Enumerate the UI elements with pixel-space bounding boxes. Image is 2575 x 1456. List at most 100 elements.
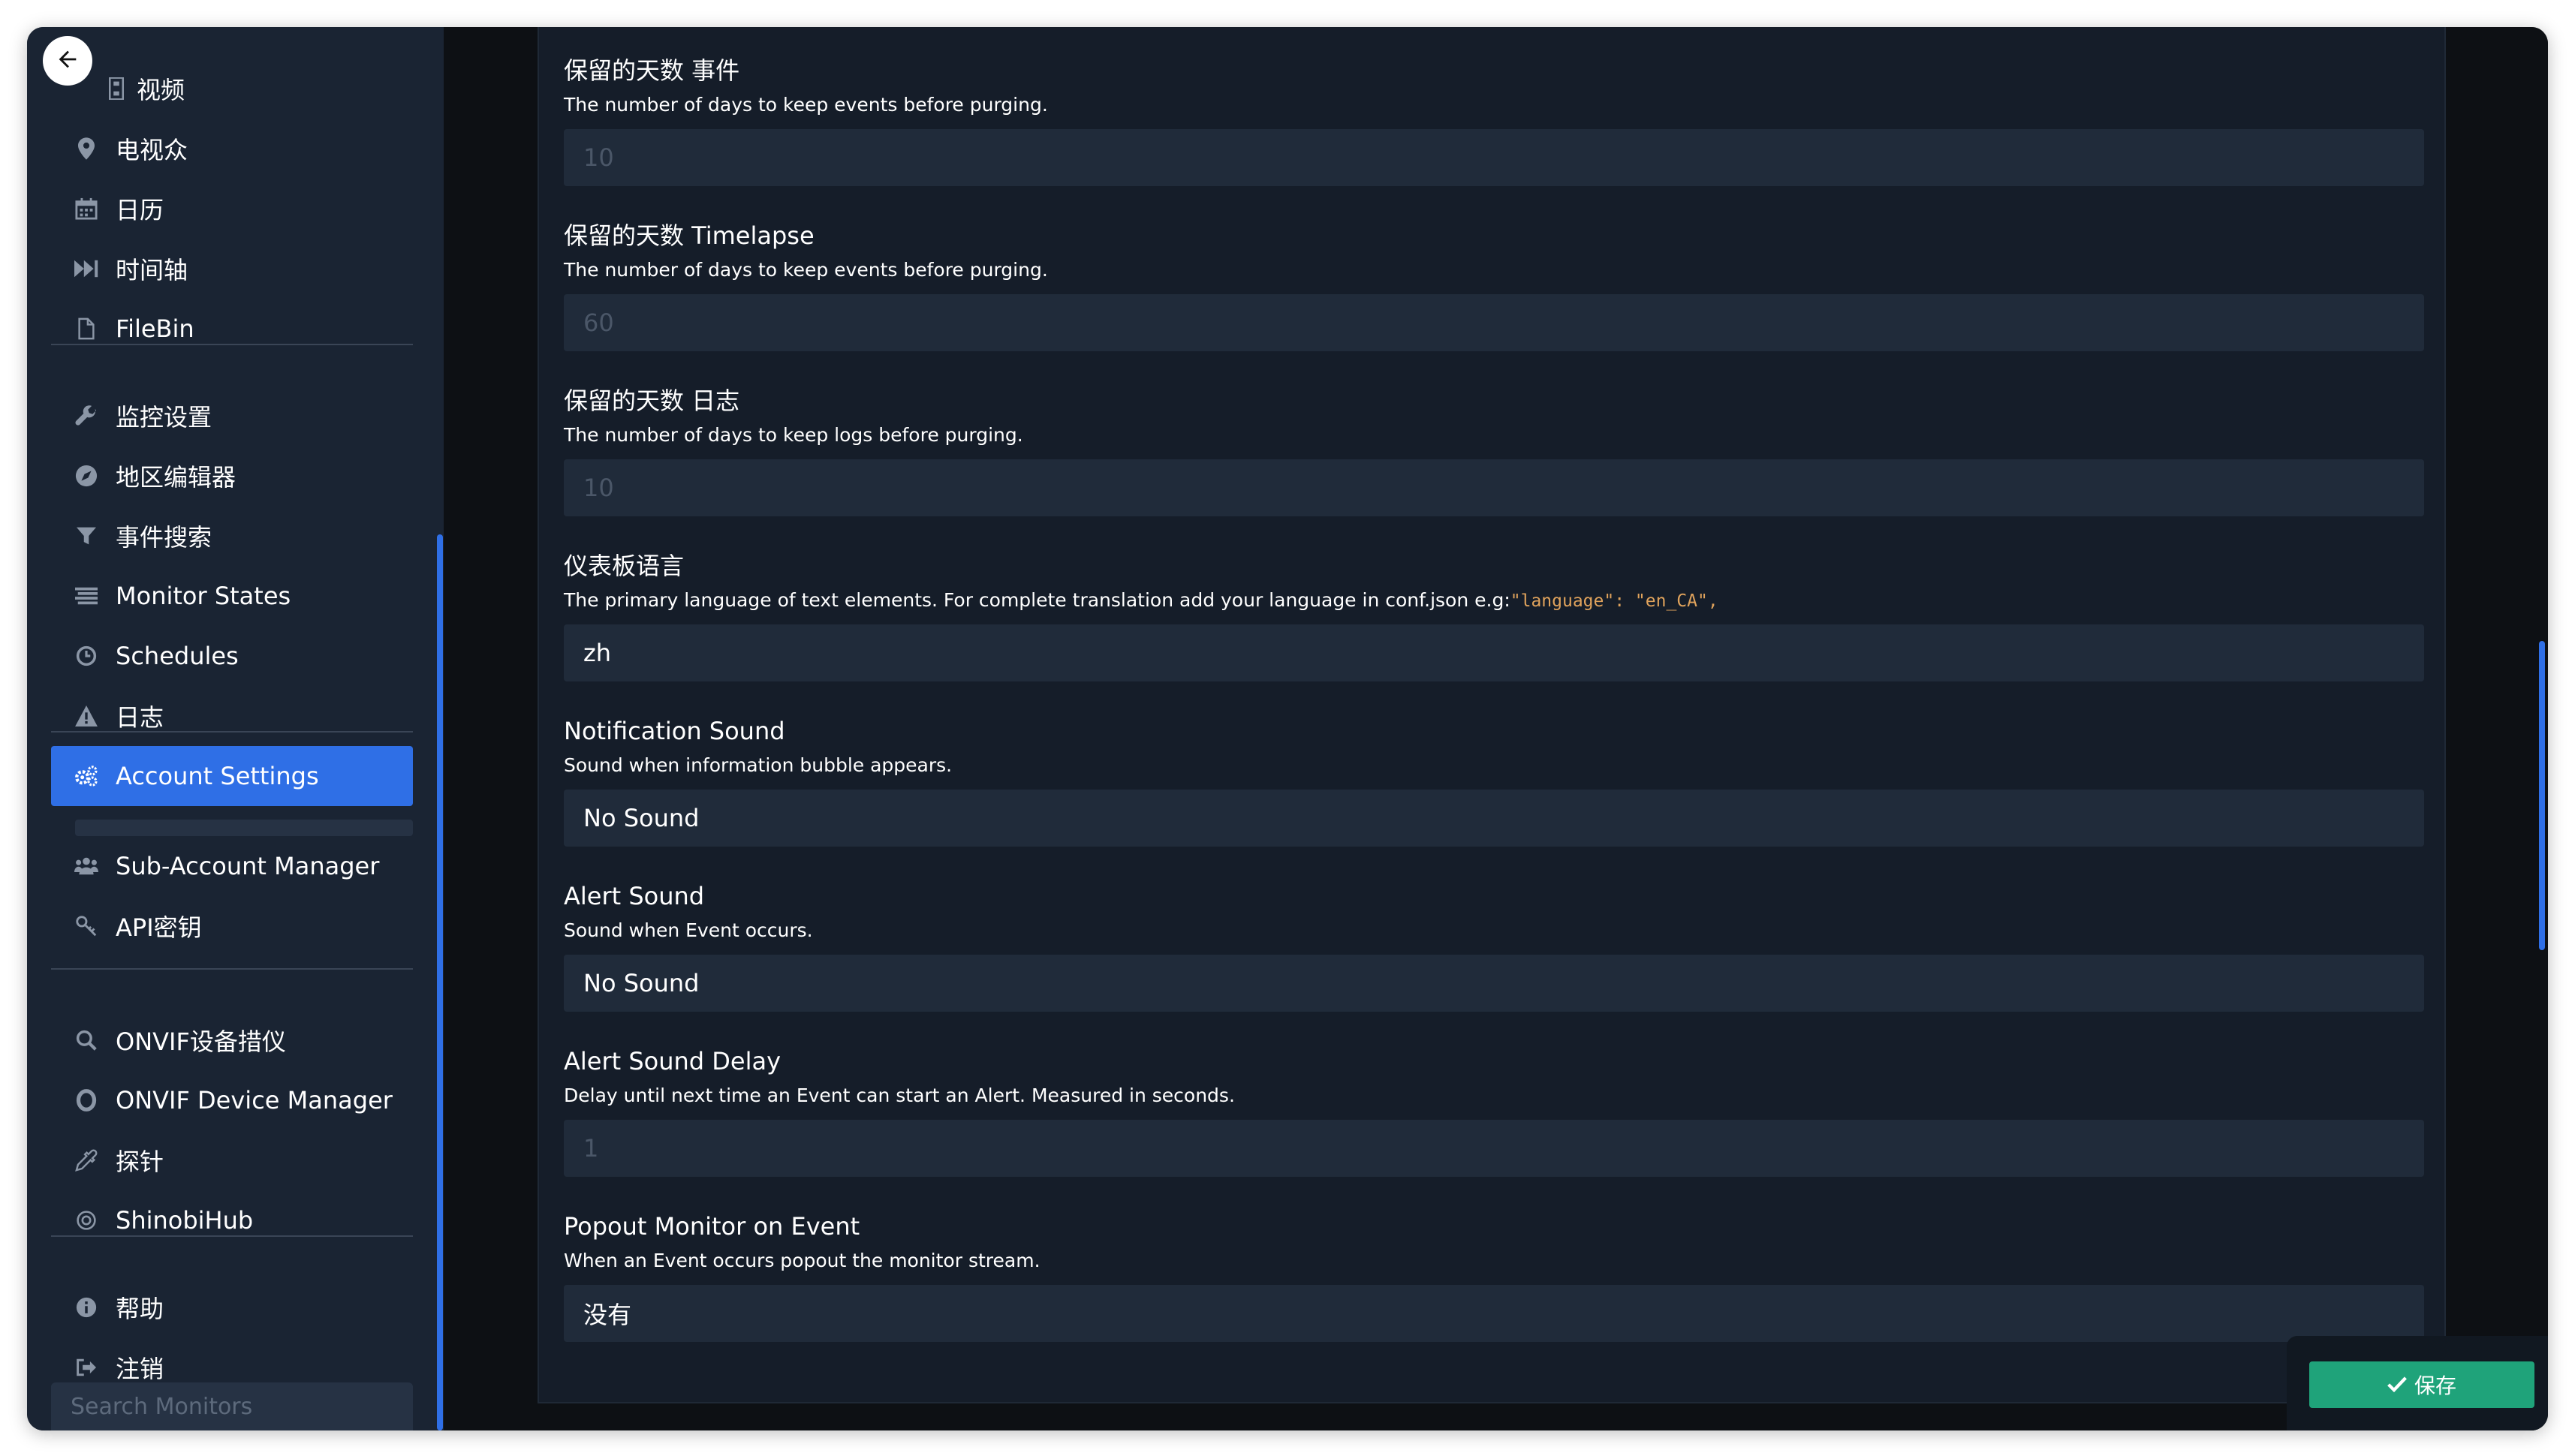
hub-icon	[74, 1208, 99, 1233]
field-description: When an Event occurs popout the monitor …	[564, 1250, 1041, 1271]
sidebar-item-label: 时间轴	[116, 256, 188, 284]
sidebar-item-label: 事件搜索	[116, 523, 212, 552]
days-events-input[interactable]: 10	[564, 129, 2424, 186]
sidebar-item-onvif-device-manager[interactable]: ONVIF Device Manager	[51, 1073, 413, 1127]
days-logs-input[interactable]: 10	[564, 459, 2424, 516]
sidebar-item-account-settings[interactable]: Account Settings	[51, 746, 413, 806]
fast-forward-icon	[74, 256, 99, 281]
submenu-bar	[75, 820, 413, 836]
sidebar-item-api-keys[interactable]: API密钥	[51, 899, 413, 953]
users-icon	[74, 853, 99, 879]
field-days-timelapse: 保留的天数 Timelapse The number of days to ke…	[564, 219, 2424, 351]
sidebar-item-shinobihub[interactable]: ShinobiHub	[51, 1193, 413, 1247]
field-notification-sound: Notification Sound Sound when informatio…	[564, 714, 2424, 847]
sidebar-item-label: 视频	[137, 76, 185, 104]
sidebar-item-label: 日志	[116, 703, 164, 732]
cogs-icon	[74, 763, 99, 789]
sidebar-item-event-search[interactable]: 事件搜索	[51, 509, 413, 563]
field-label: 保留的天数 Timelapse	[564, 221, 815, 250]
days-timelapse-input[interactable]: 60	[564, 294, 2424, 351]
field-description: Sound when Event occurs.	[564, 919, 813, 941]
filter-icon	[74, 523, 99, 549]
check-icon	[2387, 1373, 2414, 1397]
field-description: The primary language of text elements. F…	[564, 587, 2424, 614]
field-alert-sound: Alert Sound Sound when Event occurs. No …	[564, 880, 2424, 1012]
field-label: 保留的天数 日志	[564, 387, 740, 415]
sign-out-icon	[74, 1355, 99, 1380]
sidebar-item-sub-account-manager[interactable]: Sub-Account Manager	[51, 839, 413, 893]
sidebar-item-timeline[interactable]: 时间轴	[51, 242, 413, 296]
sidebar-item-label: API密钥	[116, 913, 202, 942]
info-icon	[74, 1295, 99, 1320]
key-icon	[74, 913, 99, 939]
code-example: "language": "en_CA",	[1510, 591, 1718, 611]
field-popout-monitor: Popout Monitor on Event When an Event oc…	[564, 1210, 2424, 1342]
circle-o-icon	[74, 1087, 99, 1113]
divider	[51, 1235, 413, 1237]
description-text: The primary language of text elements. F…	[564, 589, 1510, 611]
field-days-events: 保留的天数 事件 The number of days to keep even…	[564, 54, 2424, 186]
notification-sound-select[interactable]: No Sound	[564, 790, 2424, 847]
sidebar-item-monitor-settings[interactable]: 监控设置	[51, 389, 413, 443]
field-description: The number of days to keep logs before p…	[564, 424, 1023, 446]
sidebar-item-label: ONVIF设备措仪	[116, 1027, 286, 1056]
field-description: Delay until next time an Event can start…	[564, 1084, 1235, 1106]
sidebar-item-filebin[interactable]: FileBin	[51, 302, 413, 356]
sidebar-item-label: 地区编辑器	[116, 463, 236, 492]
search-monitors-input[interactable]: Search Monitors	[51, 1382, 413, 1430]
field-label: 仪表板语言	[564, 552, 685, 580]
dashboard-language-select[interactable]: zh	[564, 624, 2424, 681]
sidebar-item-label: 帮助	[116, 1295, 164, 1323]
sidebar-item-help[interactable]: 帮助	[51, 1280, 413, 1334]
sidebar-scrollbar[interactable]	[437, 534, 443, 1430]
wrench-icon	[74, 403, 99, 429]
sidebar: 视频 电视众 日历 时间轴 FileBin 监控设置 地区编辑器 事件搜索 Mo…	[27, 27, 444, 1430]
map-marker-icon	[74, 136, 99, 161]
sidebar-item-label: Sub-Account Manager	[116, 852, 380, 880]
field-description: Sound when information bubble appears.	[564, 754, 953, 776]
sidebar-item-label: FileBin	[116, 314, 194, 343]
sidebar-item-label: 探针	[116, 1148, 164, 1176]
field-description: The number of days to keep events before…	[564, 94, 1048, 116]
field-days-logs: 保留的天数 日志 The number of days to keep logs…	[564, 384, 2424, 516]
sidebar-item-label: ShinobiHub	[116, 1206, 254, 1235]
save-button[interactable]: 保存	[2309, 1361, 2534, 1408]
sidebar-item-label: 注销	[116, 1355, 164, 1383]
field-dashboard-language: 仪表板语言 The primary language of text eleme…	[564, 549, 2424, 681]
sidebar-item-logs[interactable]: 日志	[51, 689, 413, 743]
sidebar-item-video[interactable]: 视频	[51, 62, 413, 116]
eyedropper-icon	[74, 1148, 99, 1173]
divider	[51, 968, 413, 970]
field-label: Notification Sound	[564, 717, 785, 745]
save-label: 保存	[2414, 1373, 2456, 1398]
warning-icon	[74, 703, 99, 729]
sidebar-item-audience[interactable]: 电视众	[51, 122, 413, 176]
divider	[51, 731, 413, 733]
search-icon	[74, 1027, 99, 1053]
calendar-icon	[74, 196, 99, 221]
sidebar-item-label: Schedules	[116, 642, 239, 670]
list-icon	[74, 583, 99, 609]
popout-monitor-select[interactable]: 没有	[564, 1285, 2424, 1342]
save-bar: 保存	[2287, 1336, 2548, 1430]
alert-sound-delay-input[interactable]: 1	[564, 1120, 2424, 1177]
sidebar-item-monitor-states[interactable]: Monitor States	[51, 569, 413, 623]
field-description: The number of days to keep events before…	[564, 259, 1048, 281]
field-alert-sound-delay: Alert Sound Delay Delay until next time …	[564, 1045, 2424, 1177]
file-icon	[74, 316, 99, 341]
sidebar-item-schedules[interactable]: Schedules	[51, 629, 413, 683]
sidebar-item-calendar[interactable]: 日历	[51, 182, 413, 236]
sidebar-item-label: 电视众	[116, 136, 188, 164]
sidebar-item-probe[interactable]: 探针	[51, 1133, 413, 1187]
sidebar-item-label: Account Settings	[116, 762, 319, 790]
video-icon	[104, 76, 129, 101]
sidebar-item-label: Monitor States	[116, 582, 291, 610]
app-window: 视频 电视众 日历 时间轴 FileBin 监控设置 地区编辑器 事件搜索 Mo…	[27, 27, 2548, 1430]
sidebar-item-label: 监控设置	[116, 403, 212, 432]
alert-sound-select[interactable]: No Sound	[564, 955, 2424, 1012]
content-scrollbar[interactable]	[2539, 641, 2545, 950]
divider	[51, 344, 413, 345]
sidebar-item-region-editor[interactable]: 地区编辑器	[51, 449, 413, 503]
sidebar-item-onvif-scanner[interactable]: ONVIF设备措仪	[51, 1013, 413, 1067]
field-label: Alert Sound	[564, 882, 705, 910]
